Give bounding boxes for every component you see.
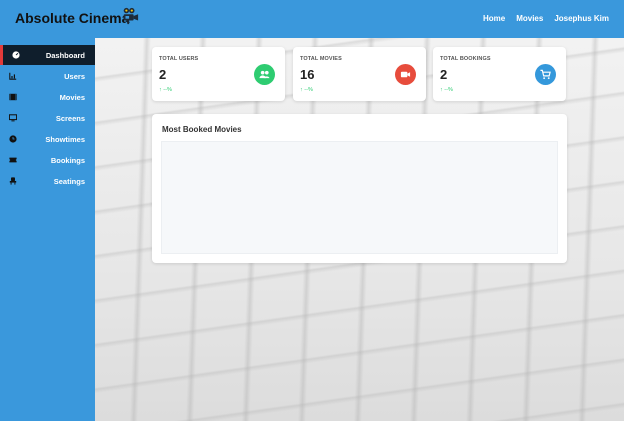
nav-home-link[interactable]: Home (483, 14, 505, 23)
chart-icon (9, 72, 17, 80)
brand-name[interactable]: Absolute Cinema (15, 10, 129, 26)
chart-area (161, 141, 558, 254)
users-icon (254, 64, 275, 85)
sidebar-item-showtimes[interactable]: Showtimes (0, 129, 95, 149)
sidebar-item-label: Screens (55, 113, 85, 123)
sidebar-item-label: Movies (59, 92, 85, 102)
nav-movies-link[interactable]: Movies (516, 14, 543, 23)
main-content: TOTAL USERS 2 ↑ --% TOTAL MOVIES 16 ↑ --… (95, 38, 624, 421)
stat-card-users: TOTAL USERS 2 ↑ --% (152, 47, 285, 101)
sidebar-item-movies[interactable]: Movies (0, 87, 95, 107)
cart-icon (535, 64, 556, 85)
nav-user-link[interactable]: Josephus Kim (554, 14, 609, 23)
seat-icon (9, 177, 17, 185)
panel-title: Most Booked Movies (162, 125, 242, 134)
stat-delta: ↑ --% (440, 87, 453, 93)
film-camera-icon (123, 7, 139, 25)
stat-delta: ↑ --% (159, 87, 172, 93)
stat-card-movies: TOTAL MOVIES 16 ↑ --% (293, 47, 426, 101)
sidebar-item-dashboard[interactable]: Dashboard (0, 45, 95, 65)
stat-value: 16 (300, 67, 315, 82)
stat-title: TOTAL USERS (159, 56, 199, 62)
top-nav: Home Movies Josephus Kim (483, 14, 609, 23)
top-navbar: Absolute Cinema Home Movies Josephus Kim (0, 0, 624, 38)
stat-title: TOTAL MOVIES (300, 56, 342, 62)
clock-icon (9, 135, 17, 143)
sidebar-item-bookings[interactable]: Bookings (0, 150, 95, 170)
sidebar-item-label: Bookings (50, 155, 85, 165)
sidebar-item-screens[interactable]: Screens (0, 108, 95, 128)
sidebar-item-label: Dashboard (45, 50, 85, 60)
stat-card-bookings: TOTAL BOOKINGS 2 ↑ --% (433, 47, 566, 101)
sidebar: Dashboard Users Movies Screens Showtimes… (0, 45, 95, 421)
stat-title: TOTAL BOOKINGS (440, 56, 491, 62)
stat-value: 2 (440, 67, 448, 82)
stat-delta: ↑ --% (300, 87, 313, 93)
film-icon (9, 93, 17, 101)
sidebar-item-users[interactable]: Users (0, 66, 95, 86)
sidebar-item-seatings[interactable]: Seatings (0, 171, 95, 191)
sidebar-item-label: Showtimes (45, 134, 85, 144)
stat-value: 2 (159, 67, 167, 82)
sidebar-item-label: Seatings (53, 176, 85, 186)
dashboard-icon (12, 51, 20, 59)
most-booked-panel: Most Booked Movies (152, 114, 567, 263)
ticket-icon (9, 157, 17, 163)
monitor-icon (9, 114, 17, 122)
video-camera-icon (395, 64, 416, 85)
sidebar-item-label: Users (64, 71, 85, 81)
